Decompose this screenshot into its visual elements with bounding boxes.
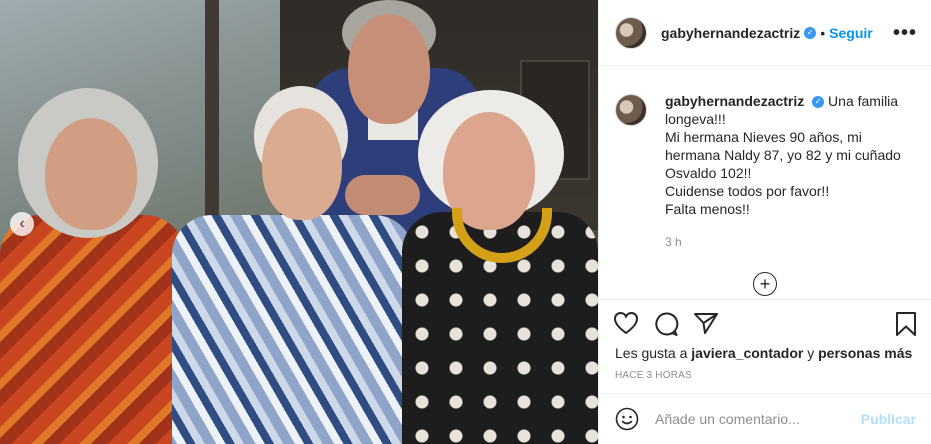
emoji-icon[interactable]	[615, 407, 639, 431]
comment-input[interactable]	[655, 411, 861, 427]
post-header: gabyhernandezactriz ✓ • Seguir •••	[599, 0, 931, 66]
verified-badge-icon: ✓	[804, 26, 817, 39]
verified-badge-icon: ✓	[812, 96, 825, 109]
person-body	[172, 215, 414, 444]
header-username[interactable]: gabyhernandezactriz	[661, 25, 800, 41]
caption-timestamp[interactable]: 3 h	[665, 233, 915, 251]
comment-bar: Publicar	[599, 393, 931, 444]
separator-dot: •	[820, 24, 826, 41]
post-photo[interactable]: ‹	[0, 0, 598, 444]
action-bar	[599, 299, 931, 341]
avatar[interactable]	[615, 16, 647, 49]
caption-text: Una familia longeva!!! Mi hermana Nieves…	[665, 93, 901, 217]
person-head	[262, 108, 342, 220]
post-sidebar: gabyhernandezactriz ✓ • Seguir ••• gabyh…	[598, 0, 931, 444]
comment-icon[interactable]	[653, 311, 679, 337]
person-head	[348, 14, 430, 124]
publish-button[interactable]: Publicar	[861, 411, 916, 427]
heart-icon[interactable]	[613, 311, 639, 335]
share-icon[interactable]	[693, 311, 719, 335]
likes-summary: Les gusta a javiera_contador y personas …	[615, 345, 912, 361]
more-options-icon[interactable]: •••	[893, 22, 917, 45]
photo-background-frame	[205, 0, 219, 230]
bookmark-icon[interactable]	[894, 311, 918, 337]
plus-circle-icon[interactable]: +	[753, 272, 777, 296]
instagram-post: ‹ gabyhernandezactriz ✓ • Seguir ••• gab…	[0, 0, 931, 444]
likes-user-link[interactable]: javiera_contador	[691, 345, 803, 361]
plus-glyph: +	[759, 274, 771, 294]
carousel-prev-button[interactable]: ‹	[10, 212, 34, 236]
caption-username[interactable]: gabyhernandezactriz	[665, 93, 804, 109]
likes-others-link[interactable]: personas más	[818, 345, 912, 361]
likes-prefix: Les gusta a	[615, 345, 688, 361]
person-arm	[345, 175, 420, 215]
caption-avatar[interactable]	[615, 94, 647, 126]
caption: gabyhernandezactriz ✓ Una familia longev…	[599, 66, 931, 251]
caption-body: gabyhernandezactriz ✓ Una familia longev…	[665, 92, 915, 251]
follow-button[interactable]: Seguir	[829, 25, 873, 41]
chevron-left-icon: ‹	[19, 215, 25, 232]
person-head	[45, 118, 137, 230]
person-body	[0, 215, 185, 444]
post-time-ago[interactable]: HACE 3 HORAS	[615, 370, 692, 381]
likes-and: y	[807, 345, 815, 361]
